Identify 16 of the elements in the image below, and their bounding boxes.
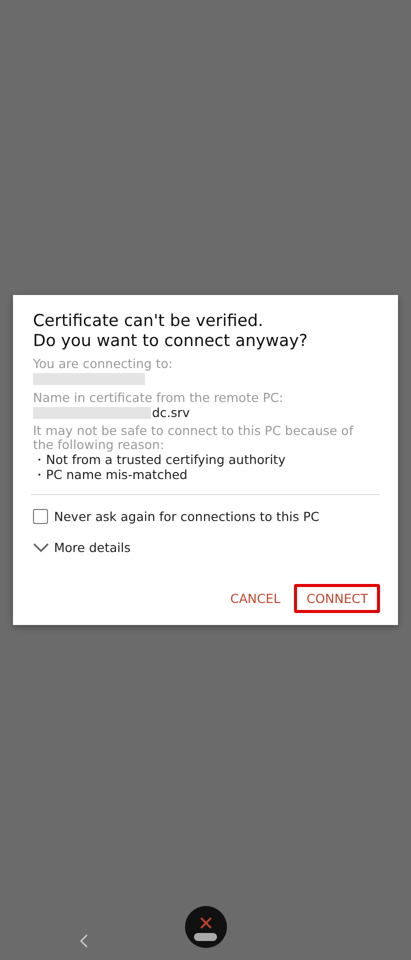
chevron-icon[interactable] bbox=[33, 542, 49, 552]
certificate-label: Name in certificate from the remote PC: bbox=[33, 391, 284, 405]
warning-text: It may not be safe to connect to this PC because of the following reason: bbox=[33, 424, 354, 452]
dialog-title: Certificate can't be verified. bbox=[33, 311, 264, 331]
dialog-button[interactable]: CANCEL bbox=[218, 584, 292, 613]
close-drawing[interactable] bbox=[185, 906, 227, 948]
dialog-title: Do you want to connect anyway? bbox=[33, 331, 309, 351]
connecting-label: You are connecting to: bbox=[33, 357, 174, 371]
more-details-link[interactable]: More details bbox=[54, 540, 131, 555]
checkbox[interactable] bbox=[33, 509, 48, 524]
reason-item: ・Not from a trusted certifying authority bbox=[33, 452, 286, 467]
certificate-name: dc.srv bbox=[152, 405, 190, 420]
back-icon[interactable] bbox=[80, 934, 88, 948]
checkbox-label: Never ask again for connections to this PC bbox=[54, 509, 320, 524]
dialog-button[interactable]: CONNECT bbox=[294, 584, 380, 613]
reason-item: ・PC name mis-matched bbox=[33, 467, 188, 482]
